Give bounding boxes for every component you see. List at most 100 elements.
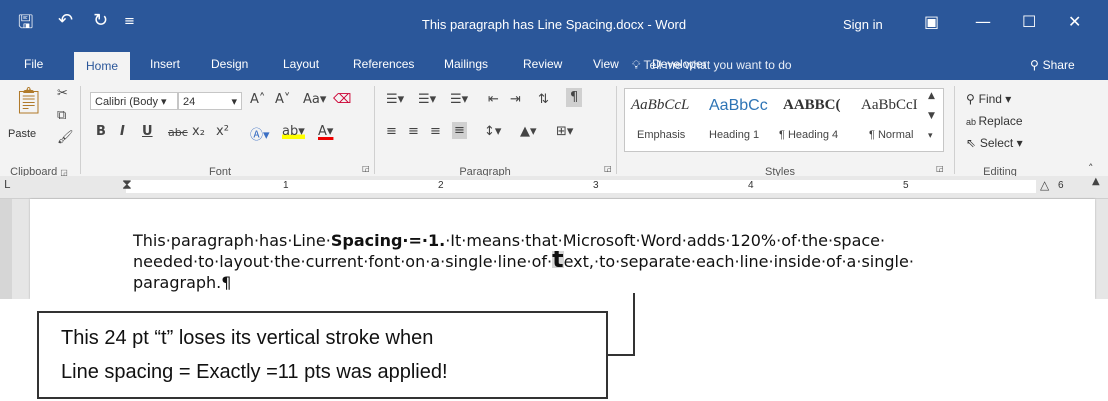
collapse-ribbon-icon[interactable]: ˄ [1088, 162, 1094, 175]
separator [616, 86, 617, 174]
more-styles-icon[interactable]: ▾ [928, 131, 933, 141]
align-center-icon[interactable]: ≡ [408, 124, 419, 139]
callout-leader-line [633, 293, 635, 356]
subscript-button[interactable]: x₂ [192, 124, 205, 139]
ruler-number: 4 [748, 180, 754, 191]
grow-font-icon[interactable]: A˄ [250, 92, 265, 107]
borders-icon[interactable]: ⊞▾ [556, 124, 573, 139]
tab-design[interactable]: Design [211, 50, 248, 80]
styles-gallery: AaBbCcL Emphasis AaBbCc Heading 1 AABBC(… [624, 88, 944, 152]
tab-mailings[interactable]: Mailings [444, 50, 488, 80]
style-name: ¶ Normal [869, 129, 914, 141]
underline-button[interactable]: U [142, 124, 153, 139]
tab-layout[interactable]: Layout [283, 50, 319, 80]
tab-view[interactable]: View [593, 50, 619, 80]
select-button[interactable]: ⇖ Select ▾ [966, 136, 1023, 150]
right-indent-icon[interactable]: △ [1040, 178, 1049, 192]
bullets-icon[interactable]: ☰▾ [386, 92, 404, 107]
window-title: This paragraph has Line Spacing.docx - W… [421, 17, 687, 32]
sort-icon[interactable]: ⇅ [538, 92, 549, 107]
bold-button[interactable]: B [96, 124, 106, 139]
style-sample: AABBC( [783, 97, 841, 113]
ruler-number: 6 [1058, 180, 1064, 191]
callout-line-1: This 24 pt “t” loses its vertical stroke… [61, 327, 434, 349]
shading-icon[interactable]: ▲▾ [520, 124, 537, 139]
callout-leader-line [608, 354, 635, 356]
italic-button[interactable]: I [120, 124, 125, 139]
change-case-button[interactable]: Aa▾ [303, 92, 326, 107]
increase-indent-icon[interactable]: ⇥ [510, 92, 521, 107]
tab-insert[interactable]: Insert [150, 50, 180, 80]
clipped-24pt-t: t [552, 251, 564, 268]
text-effects-icon[interactable]: Ⓐ▾ [250, 124, 270, 143]
shrink-font-icon[interactable]: A˅ [275, 92, 290, 107]
share-button[interactable]: ⚲ Share [1030, 58, 1075, 72]
separator [80, 86, 81, 174]
dialog-launcher-icon[interactable]: ◲ [936, 164, 944, 173]
tab-review[interactable]: Review [523, 50, 562, 80]
scroll-up-icon[interactable]: ▲ [1092, 176, 1100, 187]
style-sample: AaBbCcL [631, 97, 690, 113]
ruler-number: 3 [593, 180, 599, 191]
clear-formatting-icon[interactable]: ⌫ [333, 92, 351, 107]
align-right-icon[interactable]: ≡ [430, 124, 441, 139]
close-icon[interactable]: ✕ [1068, 12, 1081, 31]
superscript-button[interactable]: x² [216, 124, 229, 139]
cut-icon[interactable]: ✂ [57, 86, 68, 101]
callout-line-2: Line spacing = Exactly =11 pts was appli… [61, 361, 448, 383]
paragraph-line-2: needed·to·layout·the·current·font·on·a·s… [133, 251, 914, 271]
numbering-icon[interactable]: ☰▾ [418, 92, 436, 107]
align-left-icon[interactable]: ≡ [386, 124, 397, 139]
sign-in-link[interactable]: Sign in [843, 17, 883, 32]
ruler-number: 2 [438, 180, 444, 191]
strikethrough-button[interactable]: abc [168, 126, 188, 139]
line-spacing-icon[interactable]: ↕▾ [484, 124, 501, 139]
dialog-launcher-icon[interactable]: ◲ [362, 164, 370, 173]
ruler-number: 5 [903, 180, 909, 191]
ruler-text-area [126, 180, 1036, 193]
style-sample: AaBbCc [709, 97, 768, 114]
separator [954, 86, 955, 174]
maximize-icon[interactable]: ☐ [1022, 12, 1036, 31]
font-name-select[interactable]: Calibri (Body ▾ [90, 92, 178, 110]
tab-file[interactable]: File [24, 50, 43, 80]
highlight-icon[interactable]: ab▾ [282, 124, 305, 139]
copy-icon[interactable]: ⧉ [57, 108, 66, 123]
paste-label[interactable]: Paste [8, 128, 36, 140]
indent-marker-icon[interactable]: ⧗ [122, 177, 132, 193]
justify-icon[interactable]: ≡ [452, 122, 467, 139]
font-size-select[interactable]: 24 ▾ [178, 92, 242, 110]
ribbon-display-icon[interactable]: ▣ [924, 12, 939, 31]
dialog-launcher-icon[interactable]: ◲ [604, 164, 612, 173]
separator [374, 86, 375, 174]
font-color-icon[interactable]: A▾ [318, 124, 333, 139]
scroll-down-icon[interactable]: ▼ [928, 111, 935, 121]
decrease-indent-icon[interactable]: ⇤ [488, 92, 499, 107]
scroll-up-icon[interactable]: ▲ [928, 91, 935, 101]
tab-home[interactable]: Home [74, 50, 131, 82]
horizontal-ruler: L ⧗ 1 2 3 4 5 6 △ ▲ [0, 176, 1108, 199]
style-name: ¶ Heading 4 [779, 129, 839, 141]
replace-button[interactable]: ab Replace [966, 114, 1023, 128]
tab-references[interactable]: References [353, 50, 414, 80]
ribbon-home: 📋︎ Paste ✂ ⧉ 🖌︎ Clipboard ◲ Calibri (Bod… [0, 80, 1108, 178]
ruler-number: 1 [283, 180, 289, 191]
show-formatting-marks-icon[interactable]: ¶ [566, 88, 583, 107]
ribbon-tabs: File Home Insert Design Layout Reference… [0, 50, 1108, 82]
share-label: Share [1042, 58, 1075, 72]
find-button[interactable]: ⚲ Find ▾ [966, 92, 1011, 106]
minimize-icon[interactable]: — [975, 12, 991, 31]
style-name: Emphasis [637, 129, 686, 141]
title-bar: 🖫 ↶ ↻ ≡ This paragraph has Line Spacing.… [0, 0, 1108, 50]
format-painter-icon[interactable]: 🖌︎ [57, 130, 74, 145]
tab-selector-icon[interactable]: L [4, 178, 10, 191]
multilevel-list-icon[interactable]: ☰▾ [450, 92, 468, 107]
tell-me-box[interactable]: 💡︎ Tell me what you want to do [632, 58, 792, 73]
lightbulb-icon: 💡︎ [632, 58, 644, 72]
paste-icon[interactable]: 📋︎ [12, 86, 45, 116]
annotation-callout: This 24 pt “t” loses its vertical stroke… [37, 311, 608, 399]
document-paragraph[interactable]: This·paragraph·has·Line·Spacing·=·1.·It·… [133, 230, 1063, 293]
person-icon: ⚲ [1030, 58, 1043, 72]
style-sample: AaBbCcI [861, 97, 918, 113]
paragraph-line-1: This·paragraph·has·Line·Spacing·=·1.·It·… [133, 231, 886, 250]
